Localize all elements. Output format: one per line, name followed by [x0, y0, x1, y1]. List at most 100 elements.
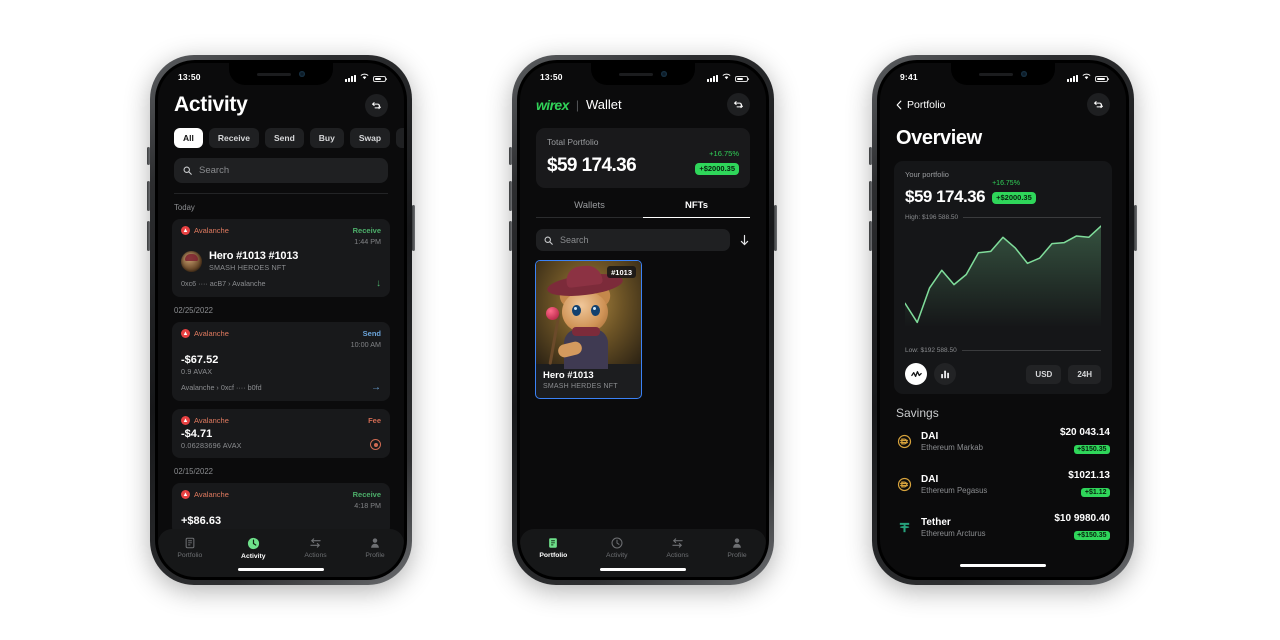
cellular-signal-icon	[707, 74, 718, 82]
page-title: Activity	[174, 93, 248, 116]
tab-actions[interactable]: Actions	[666, 537, 689, 559]
sync-icon[interactable]	[365, 93, 388, 117]
transaction-row[interactable]: ▲ Avalanche Receive 1:44 PM Hero #1013 #…	[172, 219, 390, 297]
swap-arrows-icon	[309, 537, 322, 549]
transaction-row[interactable]: ▲ Avalanche Send 10:00 AM -$67.52 0.9 AV…	[172, 322, 390, 401]
total-portfolio-card[interactable]: Total Portfolio $59 174.36 +16.75% +$200…	[536, 128, 750, 188]
search-input[interactable]: Search	[536, 229, 730, 251]
front-camera	[299, 71, 305, 77]
person-icon	[369, 537, 381, 549]
tab-nfts[interactable]: NFTs	[643, 200, 750, 218]
filter-chip-approve[interactable]: Approv	[396, 128, 404, 148]
sync-icon[interactable]	[727, 93, 750, 116]
home-indicator[interactable]	[600, 568, 686, 571]
asset-value: $10 9980.40	[1054, 513, 1110, 524]
line-chart-icon[interactable]	[905, 363, 927, 385]
transaction-addresses: 0xc6 ···· acB7 › Avalanche	[181, 279, 266, 288]
tab-wallets[interactable]: Wallets	[536, 200, 643, 218]
tether-icon	[896, 520, 912, 536]
tab-actions[interactable]: Actions	[304, 537, 327, 559]
savings-row[interactable]: Tether Ethereum Arcturus $10 9980.40 +$1…	[896, 506, 1110, 549]
battery-icon	[735, 75, 748, 82]
asset-change-badge: +$150.35	[1073, 445, 1110, 454]
transaction-list[interactable]: Today ▲ Avalanche Receive 1:44 PM Hero #…	[158, 203, 404, 535]
savings-row[interactable]: DAI Ethereum Markab $20 043.14 +$150.35	[896, 420, 1110, 463]
filter-chip-buy[interactable]: Buy	[309, 128, 344, 148]
transaction-row[interactable]: ▲ Avalanche Fee -$4.71 0.06283696 AVAX	[172, 409, 390, 458]
tab-profile[interactable]: Profile	[727, 537, 747, 559]
battery-icon	[1095, 75, 1108, 82]
power-button[interactable]	[774, 205, 777, 251]
transaction-amount: -$67.52	[181, 354, 219, 366]
phone1-screen: 13:50 Activity All Receive Send Buy Swap…	[158, 63, 404, 577]
status-time: 13:50	[178, 72, 201, 82]
portfolio-amount: $59 174.36	[547, 155, 637, 176]
asset-value: $20 043.14	[1059, 427, 1110, 438]
filter-chip-send[interactable]: Send	[265, 128, 304, 148]
chart-low-label: Low: $192 588.50	[905, 347, 957, 354]
back-button[interactable]: Portfolio	[896, 99, 946, 111]
chain-badge: ▲ Avalanche	[181, 329, 229, 338]
tab-portfolio[interactable]: Portfolio	[539, 537, 567, 559]
currency-selector[interactable]: USD	[1026, 364, 1062, 384]
tab-activity[interactable]: Activity	[241, 537, 266, 560]
tab-profile[interactable]: Profile	[365, 537, 385, 559]
transaction-kind: Send	[362, 329, 381, 338]
wirex-logo: wirex	[536, 96, 569, 113]
tab-portfolio[interactable]: Portfolio	[177, 537, 202, 559]
mute-switch[interactable]	[869, 147, 872, 165]
volume-up-button[interactable]	[147, 181, 150, 211]
mute-switch[interactable]	[509, 147, 512, 165]
date-group-label: 02/25/2022	[174, 306, 214, 315]
home-indicator[interactable]	[960, 564, 1046, 567]
power-button[interactable]	[412, 205, 415, 251]
filter-chip-receive[interactable]: Receive	[208, 128, 260, 148]
transaction-amount: -$4.71	[181, 428, 213, 440]
wifi-icon	[1082, 72, 1091, 82]
transaction-subtitle: 0.9 AVAX	[181, 367, 213, 376]
bar-chart-icon[interactable]	[934, 363, 956, 385]
portfolio-deltas: +16.75% +$2000.35	[695, 149, 739, 177]
mute-switch[interactable]	[147, 147, 150, 165]
nft-search-row: Search	[536, 229, 750, 251]
phone2-screen: 13:50 wirex | Wallet Total Portfolio $59…	[520, 63, 766, 577]
volume-down-button[interactable]	[509, 221, 512, 251]
sync-icon[interactable]	[1087, 93, 1110, 116]
asset-change-badge: +$150.35	[1073, 531, 1110, 540]
transaction-row[interactable]: ▲ Avalanche Receive 4:18 PM +$86.63	[172, 483, 390, 535]
overview-label: Your portfolio	[905, 170, 949, 179]
nft-meta: Hero #1013 SMASH HERDES NFT	[536, 364, 641, 398]
nft-card[interactable]: #1013 Hero #1013 SMASH HERDES NFT	[535, 260, 642, 399]
tab-label: Activity	[606, 552, 628, 559]
volume-up-button[interactable]	[509, 181, 512, 211]
tab-label: Activity	[241, 553, 266, 560]
notch	[591, 63, 695, 85]
avalanche-icon: ▲	[181, 329, 190, 338]
tab-activity[interactable]: Activity	[606, 537, 628, 559]
portfolio-chart[interactable]: High: $196 588.50 Low: $192 588.50	[905, 214, 1101, 354]
download-icon[interactable]	[739, 234, 750, 247]
tab-label: Portfolio	[177, 552, 203, 559]
asset-name: DAI	[921, 430, 939, 442]
phone-bezel: 13:50 wirex | Wallet Total Portfolio $59…	[517, 60, 769, 580]
volume-down-button[interactable]	[869, 221, 872, 251]
status-icons	[707, 72, 748, 82]
home-indicator[interactable]	[238, 568, 324, 571]
savings-row[interactable]: DAI Ethereum Pegasus $1021.13 +$1.12	[896, 463, 1110, 506]
savings-title: Savings	[896, 406, 939, 420]
person-icon	[731, 537, 743, 549]
filter-chip-swap[interactable]: Swap	[349, 128, 391, 148]
chart-high-rule	[963, 217, 1101, 218]
savings-list[interactable]: DAI Ethereum Markab $20 043.14 +$150.35	[880, 420, 1126, 549]
volume-up-button[interactable]	[869, 181, 872, 211]
range-selector[interactable]: 24H	[1068, 364, 1101, 384]
front-camera	[1021, 71, 1027, 77]
status-icons	[345, 72, 386, 82]
filter-chip-all[interactable]: All	[174, 128, 203, 148]
tab-label: Profile	[727, 552, 747, 559]
send-arrow-icon: →	[371, 382, 381, 393]
staff-shape	[548, 313, 561, 365]
search-input[interactable]: Search	[174, 158, 388, 183]
power-button[interactable]	[1134, 205, 1137, 251]
volume-down-button[interactable]	[147, 221, 150, 251]
